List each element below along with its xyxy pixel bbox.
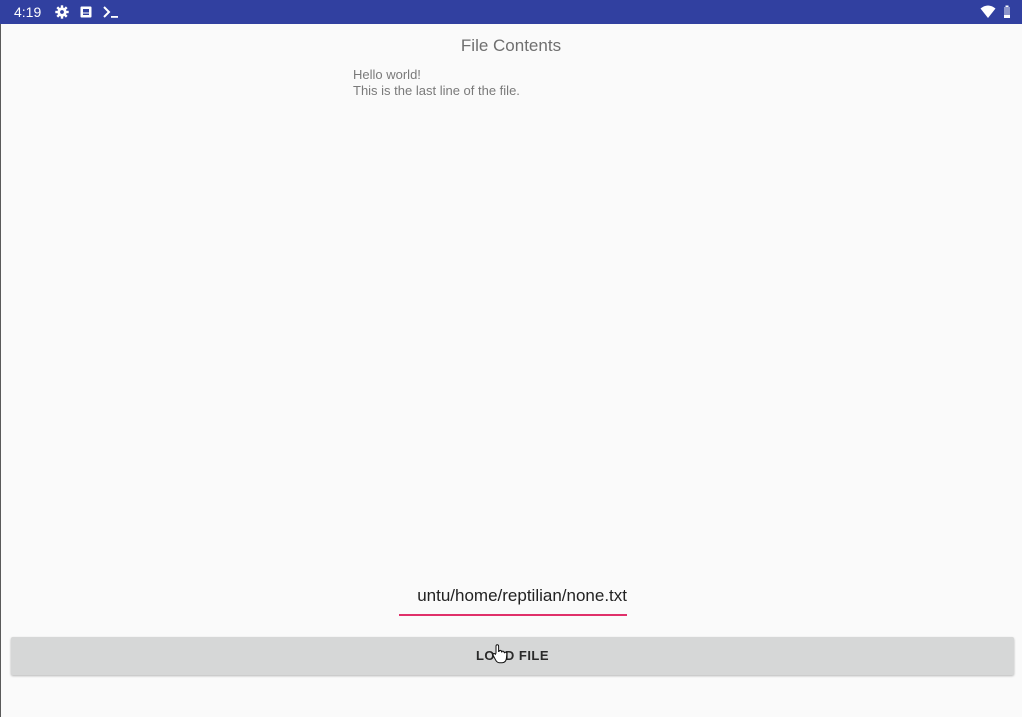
hand-cursor-icon: [492, 644, 508, 664]
status-bar: 4:19: [0, 0, 1022, 24]
file-contents-text: Hello world! This is the last line of th…: [353, 67, 753, 99]
status-time: 4:19: [14, 4, 42, 20]
file-line: This is the last line of the file.: [353, 83, 520, 98]
gear-icon: [55, 4, 69, 20]
file-path-value: untu/home/reptilian/none.txt: [417, 586, 627, 605]
window-edge: [0, 0, 1, 717]
file-line: Hello world!: [353, 67, 421, 82]
wifi-icon: [980, 4, 996, 20]
terminal-icon: [103, 4, 119, 20]
file-path-input[interactable]: untu/home/reptilian/none.txt: [399, 582, 627, 616]
battery-icon: [1003, 4, 1011, 20]
file-contents-title: File Contents: [460, 36, 562, 55]
notification-box-icon: [80, 4, 92, 20]
load-file-label: LOAD FILE: [475, 648, 550, 663]
load-file-button[interactable]: LOAD FILE: [11, 637, 1014, 675]
file-path-underline: [399, 614, 627, 616]
